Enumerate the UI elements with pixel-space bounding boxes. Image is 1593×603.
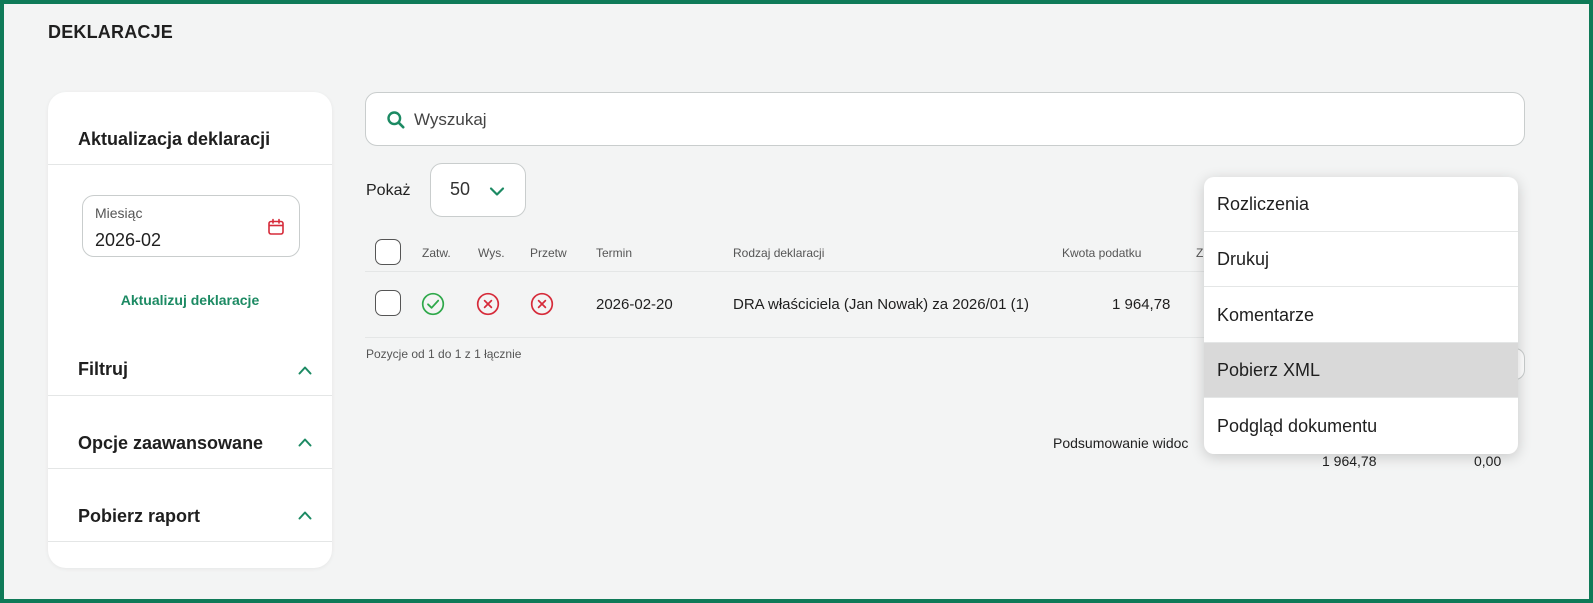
section-filter-title[interactable]: Filtruj — [78, 359, 128, 380]
divider — [48, 395, 332, 396]
divider — [48, 468, 332, 469]
header-approved[interactable]: Zatw. — [422, 246, 451, 260]
menu-item-download-xml[interactable]: Pobierz XML — [1204, 343, 1518, 398]
summary-tax-total: 1 964,78 — [1322, 453, 1377, 469]
search-input[interactable] — [414, 105, 1494, 135]
check-circle-icon — [421, 292, 445, 316]
menu-item-document-preview[interactable]: Podgląd dokumentu — [1204, 399, 1518, 454]
select-all-checkbox[interactable] — [375, 239, 401, 265]
divider — [48, 541, 332, 542]
page-size-select[interactable]: 50 — [430, 163, 526, 217]
row-due-date: 2026-02-20 — [596, 296, 673, 313]
page-size-label: Pokaż — [366, 182, 411, 199]
section-report-title[interactable]: Pobierz raport — [78, 506, 200, 527]
divider — [48, 164, 332, 165]
chevron-up-icon[interactable] — [298, 510, 312, 520]
chevron-up-icon[interactable] — [298, 437, 312, 447]
summary-label: Podsumowanie widoc — [1053, 435, 1189, 451]
row-checkbox[interactable] — [375, 290, 401, 316]
header-sent[interactable]: Wys. — [478, 246, 505, 260]
sidebar-panel: Aktualizacja deklaracji Miesiąc 2026-02 … — [48, 92, 332, 568]
pagination-info: Pozycje od 1 do 1 z 1 łącznie — [366, 347, 522, 361]
month-field[interactable]: Miesiąc 2026-02 — [82, 195, 300, 257]
table-header-rule — [365, 271, 1205, 272]
menu-item-comments[interactable]: Komentarze — [1204, 288, 1518, 343]
section-advanced-title[interactable]: Opcje zaawansowane — [78, 433, 263, 454]
row-tax-amount: 1 964,78 — [1112, 296, 1171, 313]
chevron-up-icon[interactable] — [298, 365, 312, 375]
update-section-title: Aktualizacja deklaracji — [78, 129, 271, 149]
x-circle-icon — [476, 292, 500, 316]
search-bar — [365, 92, 1525, 146]
menu-item-settlements[interactable]: Rozliczenia — [1204, 177, 1518, 232]
month-field-label: Miesiąc — [95, 205, 143, 221]
table-row-rule — [365, 337, 1205, 338]
header-tax-amount[interactable]: Kwota podatku — [1062, 246, 1141, 260]
update-declarations-link[interactable]: Aktualizuj deklaracje — [48, 292, 332, 308]
summary-second-total: 0,00 — [1474, 453, 1502, 469]
header-cut-off[interactable]: Z — [1196, 246, 1203, 260]
menu-item-print[interactable]: Drukuj — [1204, 232, 1518, 287]
search-icon — [387, 111, 405, 129]
x-circle-icon — [530, 292, 554, 316]
calendar-icon[interactable] — [267, 218, 285, 236]
header-declaration-type[interactable]: Rodzaj deklaracji — [733, 246, 824, 260]
chevron-down-icon — [489, 187, 505, 196]
row-declaration-type[interactable]: DRA właściciela (Jan Nowak) za 2026/01 (… — [733, 296, 1029, 313]
page-title: DEKLARACJE — [48, 22, 174, 42]
row-context-menu: Rozliczenia Drukuj Komentarze Pobierz XM… — [1204, 177, 1518, 454]
header-processed[interactable]: Przetw — [530, 246, 567, 260]
month-field-value: 2026-02 — [95, 230, 162, 250]
page-size-value: 50 — [450, 179, 471, 199]
header-due-date[interactable]: Termin — [596, 246, 632, 260]
